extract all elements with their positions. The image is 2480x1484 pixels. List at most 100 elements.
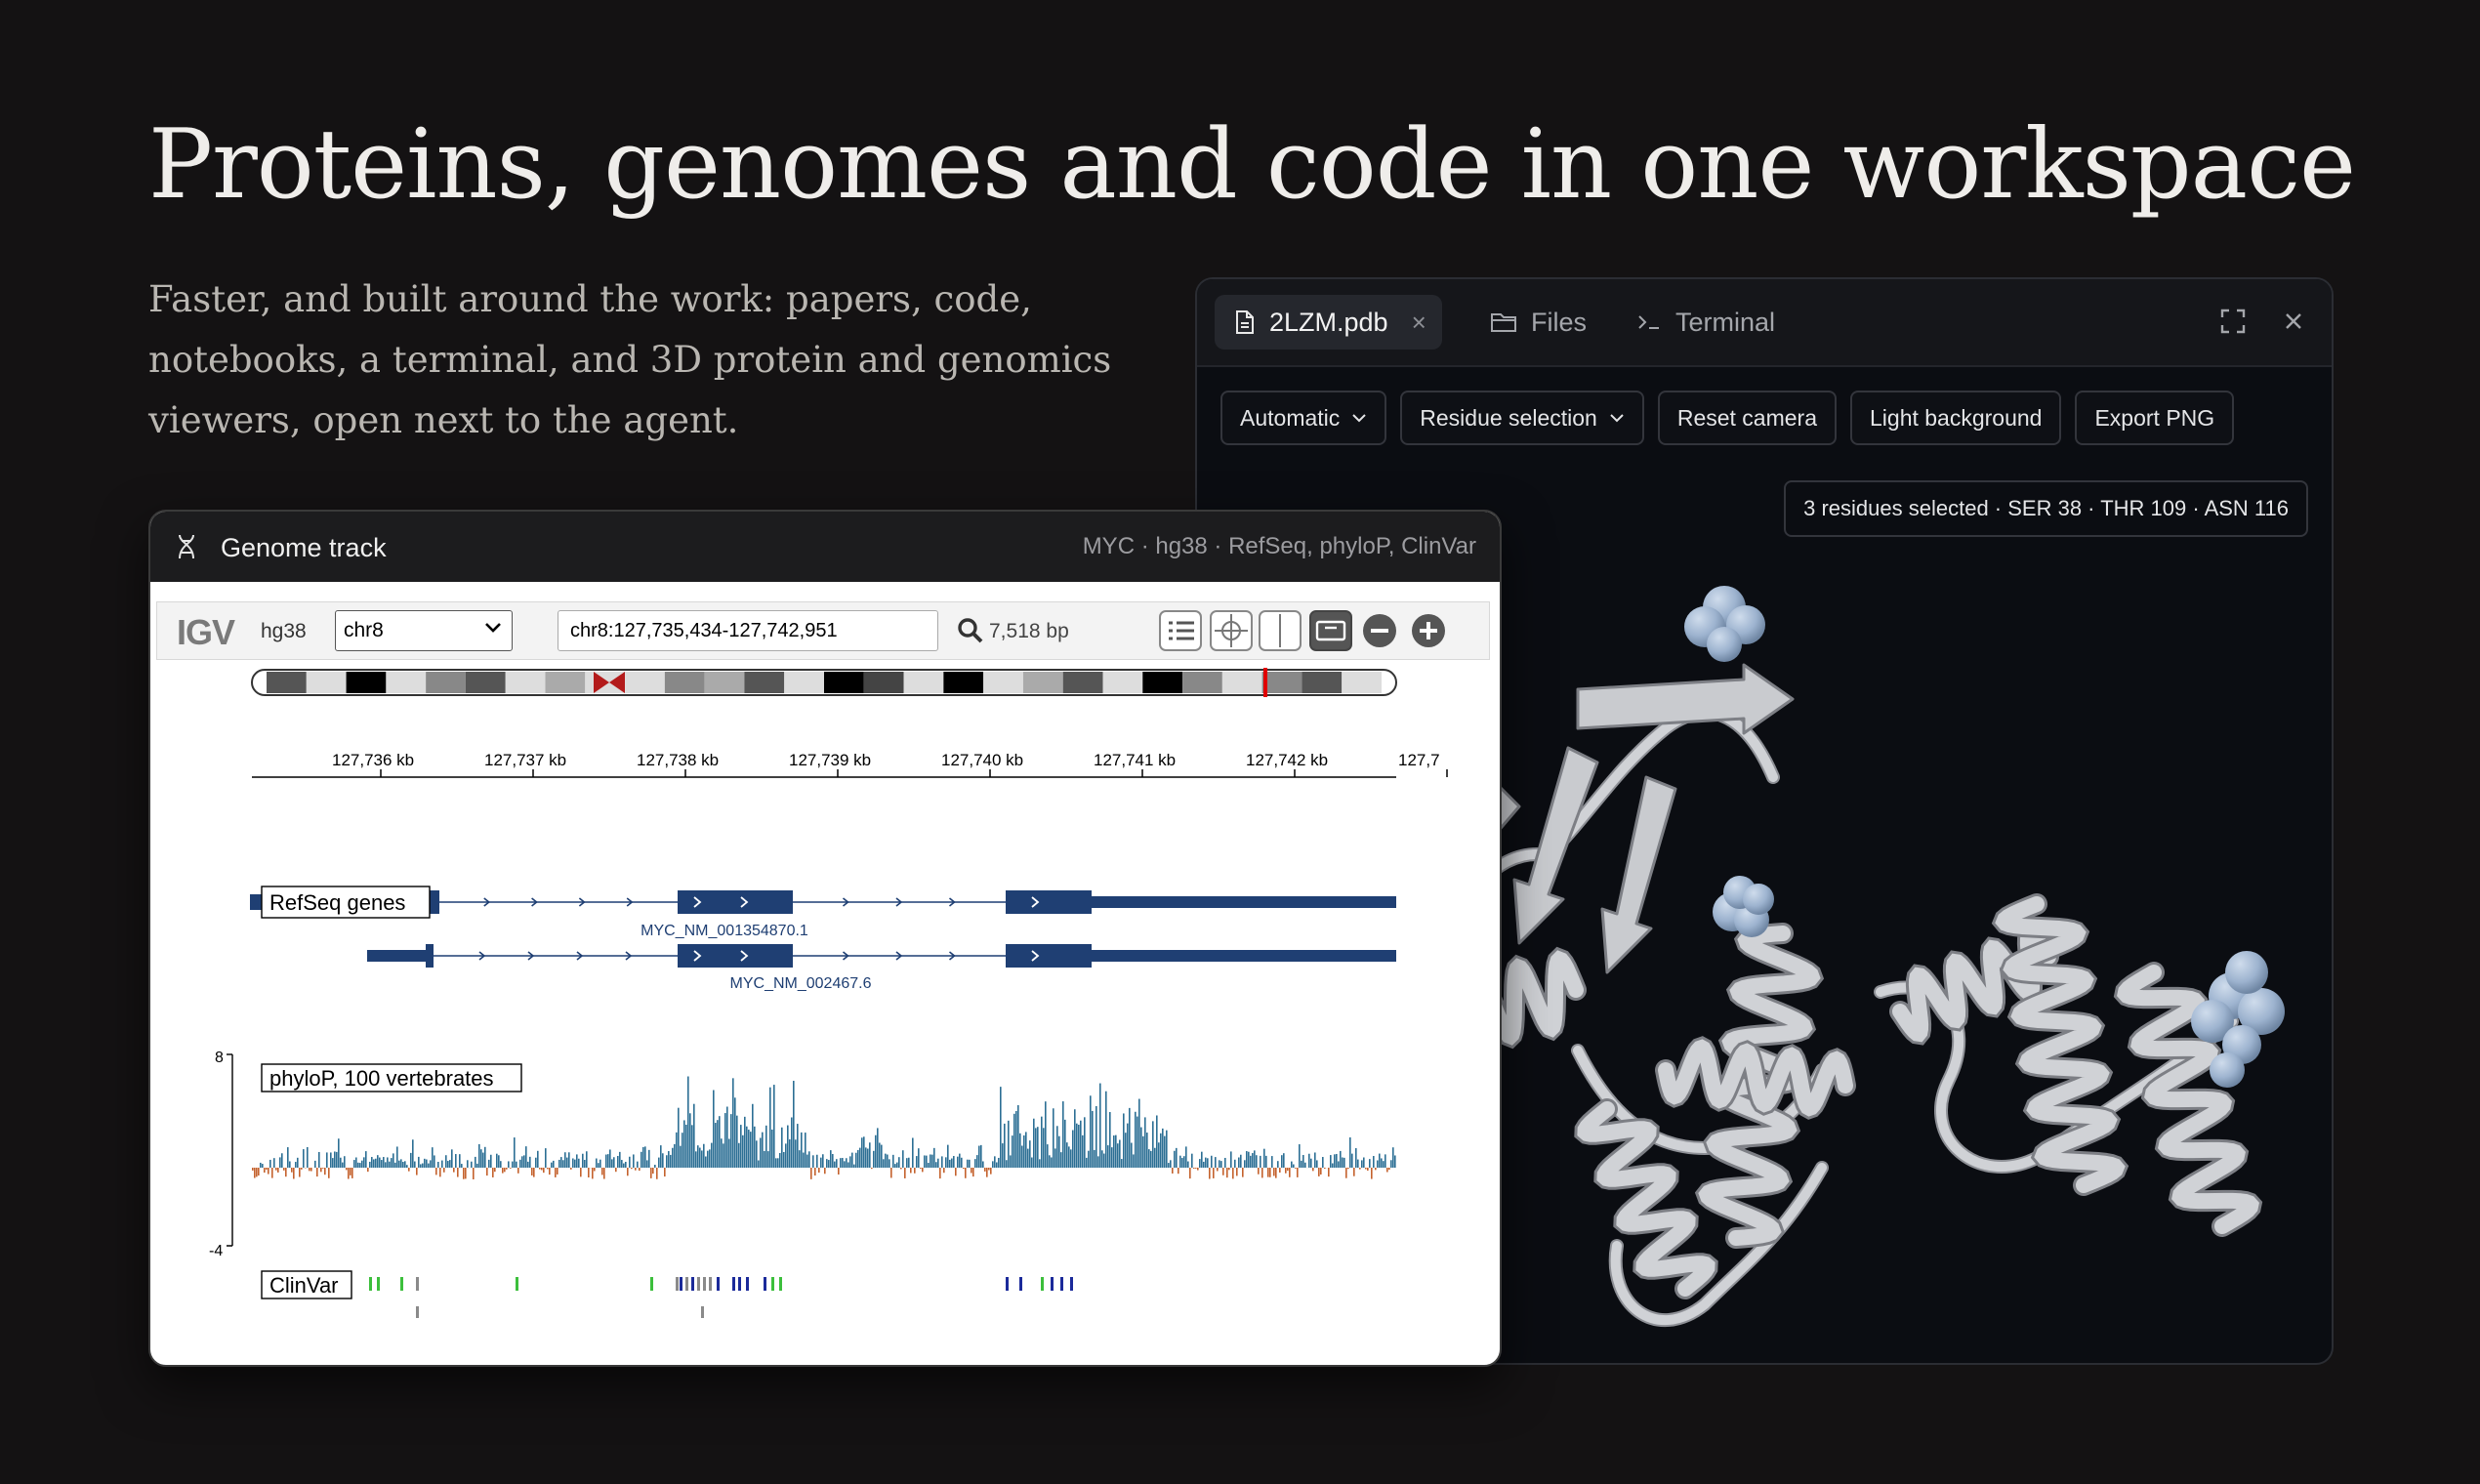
dna-icon bbox=[179, 534, 194, 559]
ideogram-band bbox=[824, 672, 864, 693]
clinvar-variant bbox=[650, 1277, 653, 1291]
track-list-icon[interactable] bbox=[1159, 610, 1202, 651]
clinvar-variant bbox=[369, 1277, 372, 1291]
clinvar-variant bbox=[771, 1277, 774, 1291]
transcript-1-exon-2 bbox=[678, 890, 793, 914]
ideogram-band bbox=[1102, 672, 1143, 693]
clinvar-variant bbox=[1051, 1277, 1054, 1291]
clinvar-label: ClinVar bbox=[269, 1273, 339, 1298]
zoom-in-icon[interactable] bbox=[1409, 610, 1448, 651]
ideogram-band bbox=[625, 672, 665, 693]
clinvar-variant bbox=[680, 1277, 682, 1291]
ruler-tick-label: 127,740 kb bbox=[941, 751, 1023, 769]
ideogram-band bbox=[1302, 672, 1343, 693]
transcript-1-start bbox=[250, 894, 262, 910]
ideogram-band bbox=[744, 672, 785, 693]
cursor-guide-icon[interactable] bbox=[1309, 610, 1352, 651]
clinvar-variant bbox=[1070, 1277, 1073, 1291]
ruler-tick-label: 127,736 kb bbox=[332, 751, 414, 769]
ideogram-band bbox=[704, 672, 745, 693]
clinvar-variant bbox=[676, 1277, 679, 1291]
ideogram-band bbox=[346, 672, 387, 693]
ruler-tick-label: 127,741 kb bbox=[1094, 751, 1176, 769]
helix-ribbon bbox=[1658, 1039, 1853, 1117]
folder-icon bbox=[1491, 313, 1516, 332]
expand-icon[interactable] bbox=[2218, 307, 2248, 336]
ruler-tick-label: 127,737 kb bbox=[484, 751, 566, 769]
chevron-down-icon bbox=[1352, 414, 1366, 423]
helix-ribbon bbox=[1577, 1101, 1715, 1297]
chromosome-select[interactable]: chr8 bbox=[335, 610, 513, 651]
ideogram-band bbox=[267, 672, 307, 693]
ideogram-band bbox=[306, 672, 347, 693]
transcript-label: MYC_NM_001354870.1 bbox=[641, 923, 808, 939]
refseq-track[interactable]: RefSeq genes MYC_NM_001354870.1 MYC_NM_0… bbox=[250, 886, 1396, 992]
representation-dropdown[interactable]: Automatic bbox=[1220, 391, 1387, 445]
ideogram-band bbox=[1221, 672, 1262, 693]
zoom-out-icon[interactable] bbox=[1360, 610, 1399, 651]
light-background-button[interactable]: Light background bbox=[1850, 391, 2062, 445]
igv-track-canvas[interactable]: 127,736 kb 127,737 kb 127,738 kb 127,739 kb… bbox=[150, 660, 1500, 1363]
ruler-tick-label: 127,739 kb bbox=[789, 751, 871, 769]
tab-label: Files bbox=[1531, 307, 1588, 337]
ideogram-band bbox=[1022, 672, 1063, 693]
locus-width: 7,518 bp bbox=[989, 620, 1069, 642]
ideogram-band bbox=[1342, 672, 1382, 693]
tab-2lzm-pdb[interactable]: 2LZM.pdb × bbox=[1215, 295, 1442, 350]
clinvar-variant bbox=[738, 1277, 741, 1291]
locus-input[interactable] bbox=[558, 610, 938, 651]
export-png-button[interactable]: Export PNG bbox=[2075, 391, 2235, 445]
transcript-label: MYC_NM_002467.6 bbox=[730, 975, 872, 992]
reset-camera-button[interactable]: Reset camera bbox=[1657, 391, 1837, 445]
igv-genome-label[interactable]: hg38 bbox=[261, 620, 307, 643]
ideogram-band bbox=[1142, 672, 1183, 693]
genome-track-title: Genome track bbox=[221, 533, 387, 562]
center-line-icon[interactable] bbox=[1259, 610, 1302, 651]
close-icon[interactable] bbox=[2279, 307, 2308, 336]
clinvar-variant bbox=[732, 1277, 735, 1291]
phylop-track[interactable]: 8 -4 phyloP, 100 vertebrates bbox=[209, 1050, 1396, 1259]
ideogram-band bbox=[1062, 672, 1103, 693]
ideogram-band bbox=[505, 672, 546, 693]
phylop-label: phyloP, 100 vertebrates bbox=[269, 1066, 494, 1091]
current-region-marker bbox=[1263, 668, 1267, 697]
transcript-2-utr bbox=[1092, 950, 1396, 962]
clinvar-track[interactable]: ClinVar bbox=[261, 1270, 1073, 1318]
dropdown-label: Automatic bbox=[1240, 404, 1341, 431]
tab-terminal[interactable]: Terminal bbox=[1636, 295, 1775, 350]
phylop-axis-min: -4 bbox=[209, 1243, 223, 1259]
phylop-axis-max: 8 bbox=[215, 1050, 224, 1066]
clinvar-variant bbox=[1060, 1277, 1063, 1291]
clinvar-variant bbox=[1006, 1277, 1009, 1291]
chromosome-ideogram[interactable] bbox=[251, 668, 1397, 697]
residue-selection-dropdown[interactable]: Residue selection bbox=[1400, 391, 1644, 445]
ideogram-band bbox=[545, 672, 586, 693]
tab-files[interactable]: Files bbox=[1490, 295, 1587, 350]
clinvar-variant bbox=[1041, 1277, 1044, 1291]
transcript-2-exon-1 bbox=[426, 944, 434, 968]
clinvar-variant bbox=[1019, 1277, 1022, 1291]
residue-ser-38 bbox=[1713, 876, 1774, 937]
viewer-tab-bar: 2LZM.pdb × Files Terminal bbox=[1197, 279, 2332, 367]
ideogram-band bbox=[426, 672, 466, 693]
ideogram-band bbox=[1182, 672, 1222, 693]
clinvar-variant bbox=[416, 1277, 419, 1291]
igv-logo: IGV bbox=[177, 612, 235, 652]
search-icon[interactable] bbox=[956, 616, 985, 645]
close-tab-icon[interactable]: × bbox=[1412, 308, 1426, 338]
genome-track-header: Genome track MYC · hg38 · RefSeq, phyloP… bbox=[150, 512, 1500, 582]
genome-ruler: 127,736 kb 127,737 kb 127,738 kb 127,739 kb… bbox=[252, 751, 1448, 778]
file-icon bbox=[1236, 310, 1254, 334]
clinvar-variant bbox=[400, 1277, 403, 1291]
chevron-down-icon bbox=[485, 623, 501, 633]
selection-status: 3 residues selected · SER 38 · THR 109 ·… bbox=[1784, 480, 2308, 537]
ideogram-band bbox=[943, 672, 984, 693]
crosshair-icon[interactable] bbox=[1210, 610, 1253, 651]
page-subtitle: Faster, and built around the work: paper… bbox=[148, 278, 1112, 441]
clinvar-variant bbox=[697, 1277, 700, 1291]
transcript-1-exon-1 bbox=[430, 890, 439, 914]
ruler-tick-label: 127,7 bbox=[1398, 751, 1440, 769]
ideogram-band bbox=[1261, 672, 1302, 693]
refseq-label: RefSeq genes bbox=[269, 890, 405, 915]
clinvar-variant bbox=[703, 1277, 706, 1291]
